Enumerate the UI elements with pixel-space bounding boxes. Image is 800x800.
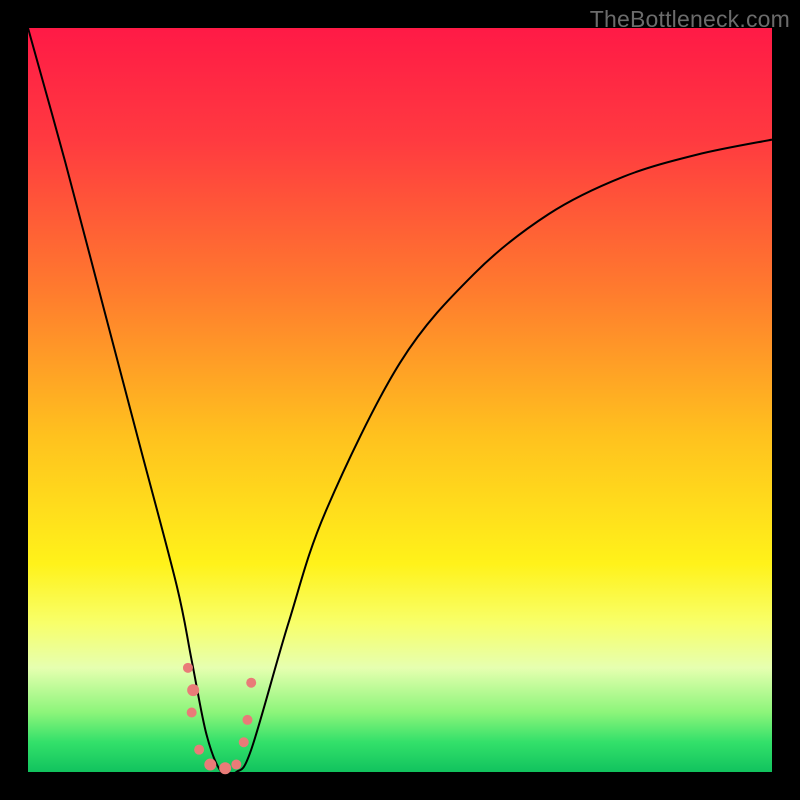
curve-marker xyxy=(242,715,252,725)
watermark-label: TheBottleneck.com xyxy=(590,6,790,33)
curve-marker xyxy=(219,762,231,774)
curve-marker xyxy=(194,745,204,755)
curve-marker xyxy=(187,684,199,696)
curve-marker xyxy=(187,707,197,717)
curve-marker xyxy=(183,663,193,673)
curve-marker xyxy=(246,678,256,688)
curve-marker xyxy=(231,760,241,770)
bottleneck-curve xyxy=(28,28,772,776)
chart-overlay xyxy=(28,28,772,772)
curve-markers xyxy=(183,663,256,774)
chart-frame: TheBottleneck.com xyxy=(0,0,800,800)
curve-marker xyxy=(204,759,216,771)
curve-marker xyxy=(239,737,249,747)
